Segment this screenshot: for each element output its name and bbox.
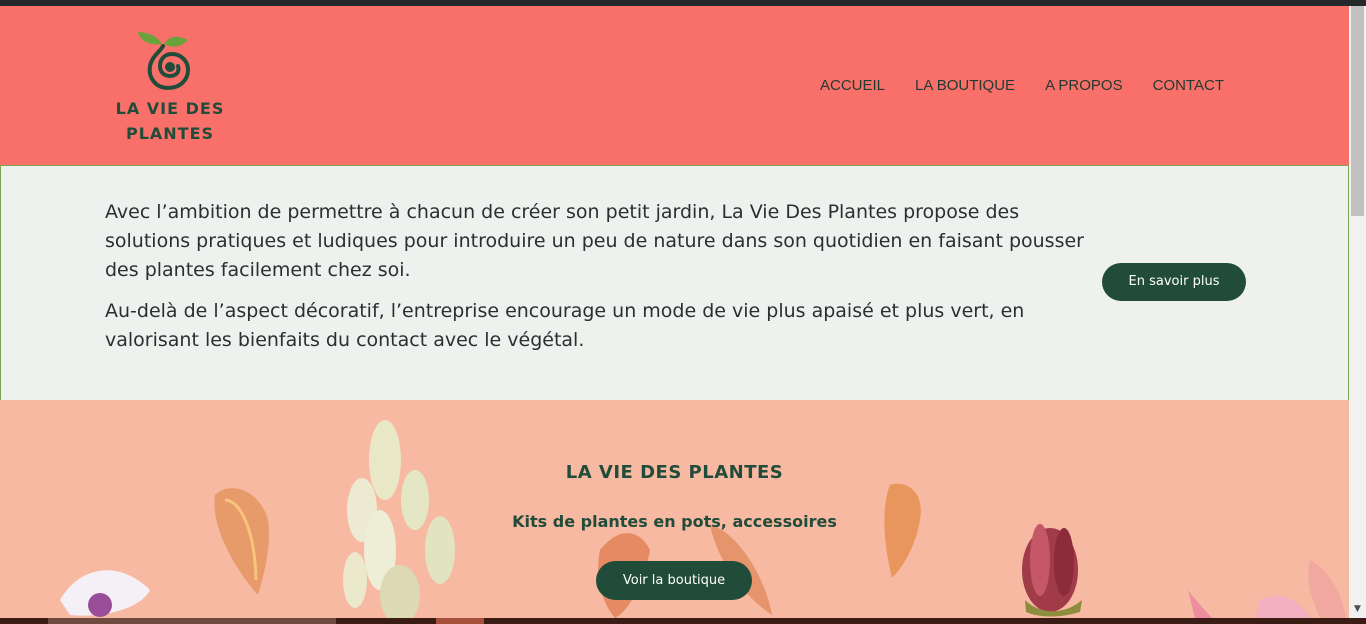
nav-la-boutique[interactable]: LA BOUTIQUE [915,76,1015,104]
nav-accueil[interactable]: ACCUEIL [820,76,885,104]
main-nav: ACCUEIL LA BOUTIQUE A PROPOS CONTACT [820,76,1250,104]
os-taskbar [0,618,1366,624]
taskbar-item[interactable] [48,618,336,624]
learn-more-button[interactable]: En savoir plus [1102,263,1246,301]
taskbar-item[interactable] [436,618,484,624]
shop-button[interactable]: Voir la boutique [596,561,752,600]
nav-contact[interactable]: CONTACT [1153,76,1224,104]
about-paragraph-1: Avec l’ambition de permettre à chacun de… [105,201,1084,281]
logo-line-2: PLANTES [125,124,215,143]
hero-banner: LA VIE DES PLANTES Kits de plantes en po… [0,400,1349,618]
scrollbar-thumb[interactable] [1351,6,1364,216]
logo-text: LA VIE DES PLANTES [108,96,232,146]
page-scrollbar[interactable]: ▲ ▼ [1349,6,1366,618]
nav-a-propos[interactable]: A PROPOS [1045,76,1123,104]
about-section: Avec l’ambition de permettre à chacun de… [0,165,1349,401]
sprout-swirl-icon [138,32,191,91]
logo-line-1: LA VIE DES [115,99,225,118]
red-flower [1022,524,1082,617]
site-header: LA VIE DES PLANTES ACCUEIL LA BOUTIQUE A… [0,6,1349,165]
hero-title: LA VIE DES PLANTES [565,462,784,483]
scroll-down-arrow-icon[interactable]: ▼ [1349,602,1366,616]
about-paragraph-2: Au-delà de l’aspect décoratif, l’entrepr… [105,300,1025,351]
hero-subtitle: Kits de plantes en pots, accessoires [512,512,837,531]
site-logo[interactable]: LA VIE DES PLANTES [108,30,232,148]
about-text: Avec l’ambition de permettre à chacun de… [105,198,1095,367]
